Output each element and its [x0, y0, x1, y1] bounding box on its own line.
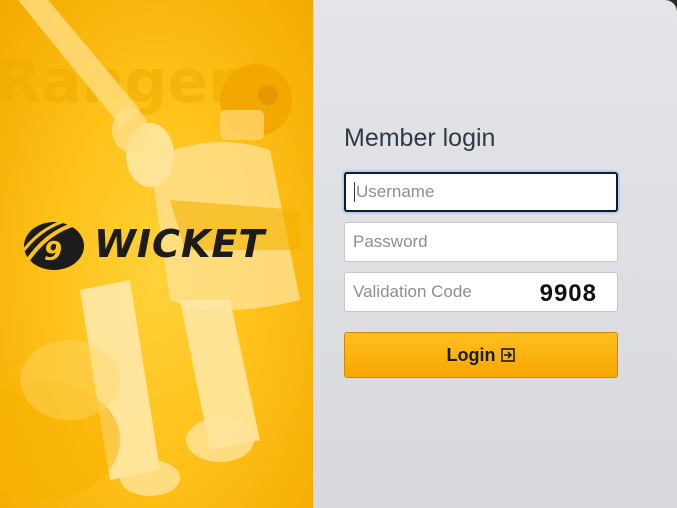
password-input[interactable]: Password: [344, 222, 618, 262]
login-window: Rangers 9 WICKET Member login Username P…: [0, 0, 677, 508]
validation-code-input[interactable]: Validation Code 9908: [344, 272, 618, 312]
login-button-label: Login: [446, 344, 496, 365]
sign-in-icon: [501, 348, 516, 362]
logo-mark: 9: [44, 237, 62, 267]
validation-code-placeholder: Validation Code: [353, 282, 472, 301]
captcha-code[interactable]: 9908: [540, 280, 597, 308]
login-title: Member login: [344, 124, 496, 152]
login-panel: Member login Username Password Validatio…: [313, 0, 677, 508]
username-input[interactable]: Username: [344, 172, 618, 212]
hero-panel: Rangers 9 WICKET: [0, 0, 313, 508]
login-button[interactable]: Login: [344, 332, 618, 378]
cricket-ball-icon: 9: [22, 216, 85, 270]
password-placeholder: Password: [353, 232, 428, 251]
brand-logo: 9 WICKET: [20, 214, 265, 274]
text-caret: [354, 182, 355, 202]
username-placeholder: Username: [356, 182, 435, 201]
logo-text: WICKET: [94, 222, 266, 266]
